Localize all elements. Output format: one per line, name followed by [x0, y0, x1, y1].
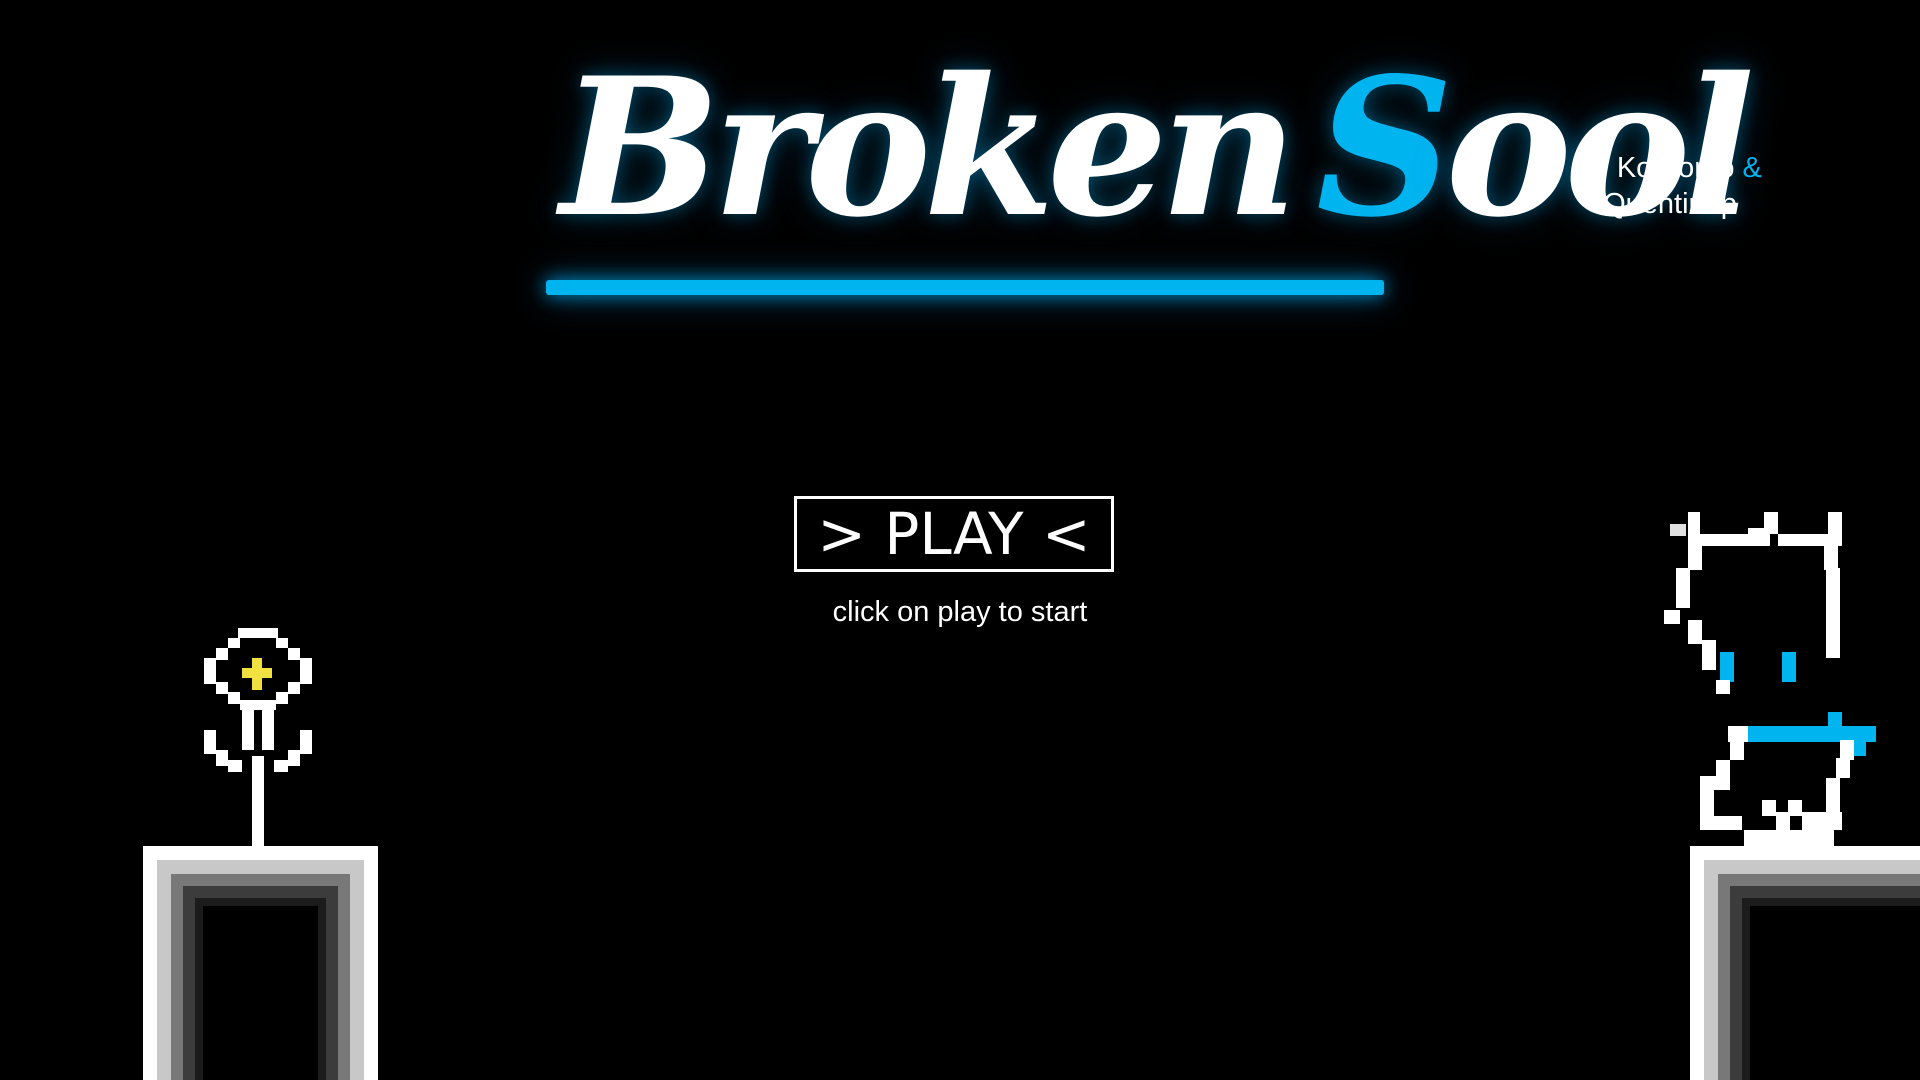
game-title: Broken Sool: [560, 18, 1755, 278]
title-letter-accent: S: [1316, 36, 1453, 259]
title-underline: [546, 280, 1384, 295]
left-pillar: [143, 846, 378, 1080]
credits-ampersand: &: [1742, 152, 1762, 184]
cat-character-sprite: [1664, 512, 1876, 848]
play-hint-text: click on play to start: [832, 596, 1088, 628]
title-word-rest: ool: [1445, 36, 1755, 259]
play-button[interactable]: > PLAY <: [794, 496, 1114, 572]
credits-prefix: by: [1578, 152, 1609, 184]
credits-author-2: Quentinop: [1603, 188, 1737, 220]
title-word-broken: Broken: [560, 36, 1298, 259]
flower-sprite: [204, 628, 312, 850]
game-title-screen: Broken Sool by Kouromo & Quentinop > PLAY…: [0, 0, 1920, 1080]
right-pillar: [1690, 846, 1920, 1080]
credits: by Kouromo & Quentinop: [1540, 150, 1800, 222]
credits-author-1: Kouromo: [1616, 152, 1735, 184]
